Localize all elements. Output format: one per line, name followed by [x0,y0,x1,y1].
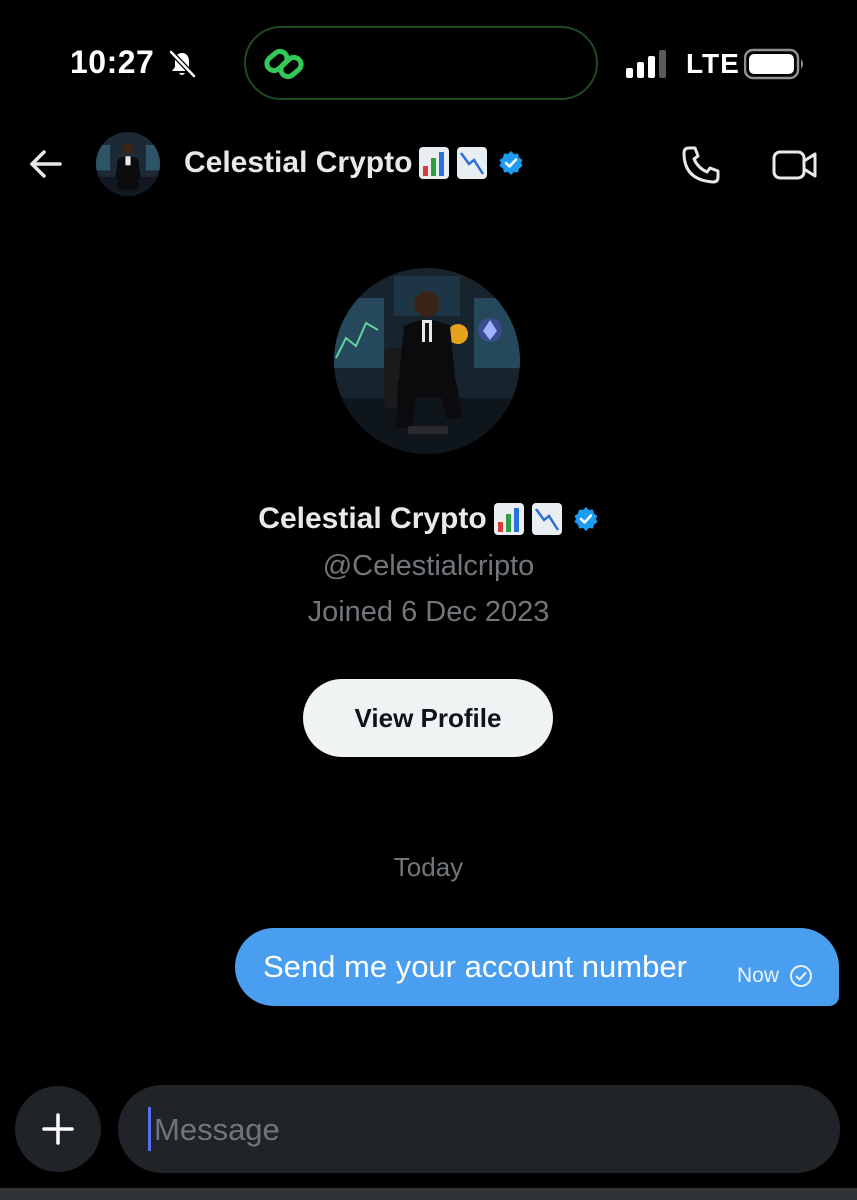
profile-handle: @Celestialcripto [322,550,535,582]
plus-icon [42,1113,74,1145]
message-bubble-sent[interactable]: Send me your account number Now [235,928,839,1006]
add-attachment-button[interactable] [15,1086,101,1172]
profile-name-text: Celestial Crypto [258,502,487,535]
message-field[interactable] [118,1085,840,1175]
message-input[interactable] [152,1085,816,1175]
verified-badge-icon [574,507,598,531]
phone-icon[interactable] [680,144,722,186]
bell-slash-icon [169,50,196,78]
verified-badge-icon [499,151,523,175]
view-profile-button[interactable]: View Profile [303,679,553,757]
chart-decreasing-emoji [457,147,488,179]
video-icon[interactable] [772,146,818,184]
message-time: Now [736,964,779,987]
day-separator: Today [393,852,464,882]
chart-decreasing-emoji [531,503,562,535]
network-type: LTE [686,48,740,79]
status-bar: 10:27 LTE [0,0,857,120]
sent-check-icon [790,965,812,987]
avatar-image [96,132,160,196]
chat-header: Celestial Crypto [0,120,857,210]
dynamic-island [244,26,598,100]
back-arrow-icon[interactable] [26,144,66,184]
signal-icon [626,50,666,78]
profile-avatar-image [334,268,520,454]
header-avatar[interactable] [96,132,160,196]
message-meta: Now [737,964,813,988]
status-time: 10:27 [70,44,155,80]
chart-increasing-emoji [493,503,524,535]
battery-icon [744,48,803,80]
header-title[interactable]: Celestial Crypto [184,146,524,180]
message-text: Send me your account number [263,949,687,984]
text-caret [148,1107,151,1151]
profile-avatar[interactable] [334,268,520,454]
link-icon [264,48,304,80]
bottom-edge [0,1188,857,1200]
profile-joined-date: Joined 6 Dec 2023 [307,596,550,628]
header-name-text: Celestial Crypto [184,146,413,179]
profile-name: Celestial Crypto [0,502,857,536]
chart-increasing-emoji [419,147,450,179]
